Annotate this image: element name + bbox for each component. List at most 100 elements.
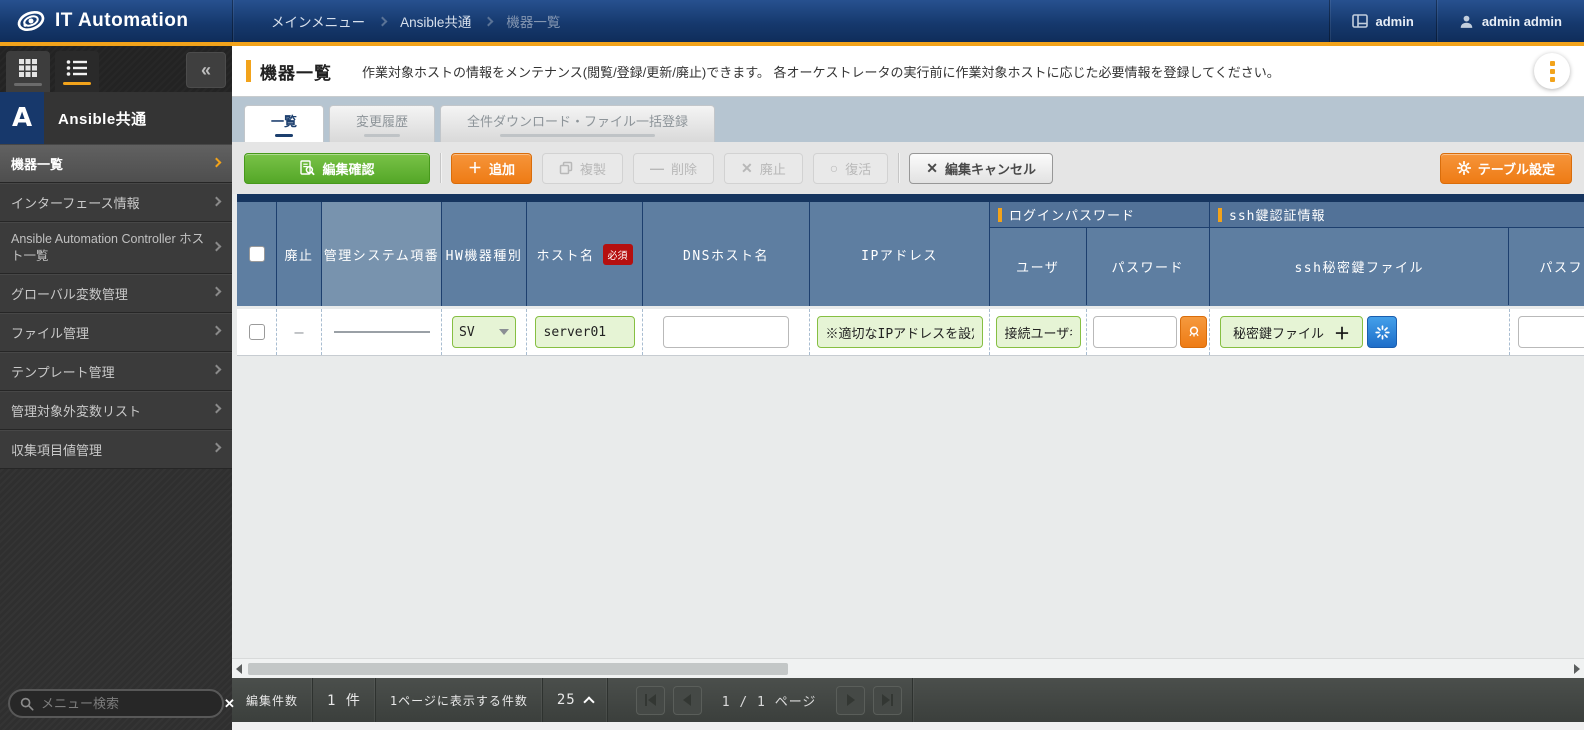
select-all-checkbox[interactable] [249,246,265,262]
col-password[interactable]: パスワード [1087,228,1209,305]
edit-cancel-label: 編集キャンセル [945,159,1036,178]
discard-dash: — [294,323,303,341]
sidebar-tab-grid[interactable] [6,51,50,92]
user-account-button[interactable]: admin admin [1436,0,1584,42]
sidebar-search-area: ✕ [0,679,232,730]
col-host-name[interactable]: ホスト名 必須 [527,202,643,306]
col-ip-address[interactable]: IPアドレス [810,202,990,306]
scroll-right-arrow[interactable] [1570,662,1584,676]
next-page-button[interactable] [836,686,865,715]
col-passphrase[interactable]: パスフレーズ [1509,228,1584,305]
password-input[interactable] [1093,316,1177,348]
sidebar-menu: 機器一覧 インターフェース情報 Ansible Automation Contr… [0,144,232,469]
sidebar-item-file-management[interactable]: ファイル管理 [0,313,232,352]
per-page-select[interactable]: 25 [543,678,608,722]
scrollbar-track[interactable] [246,662,1570,676]
passphrase-input[interactable] [1518,316,1584,348]
table-footer: 編集件数 1 件 1ページに表示する件数 25 1 / 1 ページ [232,678,1584,722]
add-label: 追加 [489,159,515,178]
sidebar-item-global-variables[interactable]: グローバル変数管理 [0,274,232,313]
main-content: 機器一覧 作業対象ホストの情報をメンテナンス(閲覧/登録/更新/廃止)できます。… [232,46,1584,730]
table-area: 廃止 管理システム項番 HW機器種別 ホスト名 必須 DNSホスト名 IPアドレ… [232,194,1584,658]
col-user[interactable]: ユーザ [990,228,1087,305]
sidebar-collapse-button[interactable]: « [186,52,226,88]
col-dns-host-name[interactable]: DNSホスト名 [643,202,810,306]
col-hw-type[interactable]: HW機器種別 [442,202,527,306]
row-host-name-cell [527,309,643,355]
restore-label: 復活 [845,159,871,178]
ip-address-input[interactable] [817,316,983,348]
last-page-button[interactable] [873,686,902,715]
row-user-cell [990,309,1087,355]
col-system-no[interactable]: 管理システム項番 [322,202,442,306]
host-name-input[interactable] [535,316,635,348]
edit-confirm-button[interactable]: 編集確認 [244,153,430,184]
search-clear-icon[interactable]: ✕ [224,696,235,712]
duplicate-button[interactable]: 複製 [542,153,623,184]
table-settings-button[interactable]: テーブル設定 [1440,153,1572,184]
user-icon [1459,14,1474,29]
add-button[interactable]: ＋ 追加 [451,153,532,184]
sidebar-item-label: 機器一覧 [11,154,63,173]
top-bar: IT Automation メインメニュー Ansible共通 機器一覧 adm… [0,0,1584,42]
sidebar-item-device-list[interactable]: 機器一覧 [0,144,232,183]
tab-list[interactable]: 一覧 [244,105,324,142]
tab-underline [500,134,655,137]
col-ssh-key-file[interactable]: ssh秘密鍵ファイル [1210,228,1509,305]
tab-underline [63,82,91,85]
sidebar-item-template-management[interactable]: テンプレート管理 [0,352,232,391]
header-select-all-cell [237,202,277,306]
discard-button[interactable]: ✕ 廃止 [724,153,803,184]
topbar-right: admin admin admin [1329,0,1584,42]
restore-button[interactable]: ○ 復活 [813,153,888,184]
spinner-icon [1375,325,1390,340]
required-badge: 必須 [603,244,633,265]
menu-search-input[interactable] [41,696,217,711]
row-checkbox[interactable] [249,324,265,340]
hw-type-select[interactable]: SV [452,316,516,348]
app-logo-icon [16,6,46,36]
tab-download-bulk-register[interactable]: 全件ダウンロード・ファイル一括登録 [440,105,715,142]
sidebar-item-unmanaged-variables[interactable]: 管理対象外変数リスト [0,391,232,430]
breadcrumb-main-menu[interactable]: メインメニュー [271,11,365,31]
sidebar-item-aac-host-list[interactable]: Ansible Automation Controller ホスト一覧 [0,222,232,274]
delete-button[interactable]: ― 削除 [633,153,714,184]
per-page-label-segment: 1ページに表示する件数 [376,678,543,722]
page-kebab-menu-button[interactable] [1534,53,1570,89]
scrollbar-thumb[interactable] [248,663,788,675]
chevron-right-icon [212,287,222,297]
password-reveal-button[interactable] [1180,316,1207,348]
sidebar-item-label: インターフェース情報 [11,193,140,212]
toolbar-divider [440,153,441,183]
admin-menu-button[interactable]: admin [1329,0,1436,42]
ssh-key-file-button[interactable]: 秘密鍵ファイル ＋ [1220,316,1363,348]
group-accent-bar [998,208,1002,222]
login-user-input[interactable] [996,316,1081,348]
tab-label: 全件ダウンロード・ファイル一括登録 [467,111,688,130]
sidebar-item-label: ファイル管理 [11,323,89,342]
edit-confirm-label: 編集確認 [322,159,374,178]
tab-change-history[interactable]: 変更履歴 [329,105,435,142]
edit-cancel-button[interactable]: ✕ 編集キャンセル [909,153,1053,184]
col-discard[interactable]: 廃止 [277,202,322,306]
breadcrumb-ansible-common[interactable]: Ansible共通 [400,11,471,31]
row-ip-address-cell [810,309,990,355]
chevron-right-icon [212,241,222,251]
dns-host-name-input[interactable] [663,316,789,348]
tab-label: 変更履歴 [356,111,408,130]
review-document-icon [299,160,315,176]
breadcrumb-chevron-icon [378,17,388,27]
group-login-password: ログインパスワード ユーザ パスワード [990,202,1210,306]
sidebar-item-collected-values[interactable]: 収集項目値管理 [0,430,232,469]
sidebar-item-interface-info[interactable]: インターフェース情報 [0,183,232,222]
row-ssh-key-file-cell: 秘密鍵ファイル ＋ [1210,309,1510,355]
prev-page-button[interactable] [673,686,702,715]
sidebar-tab-list[interactable] [55,51,99,92]
delete-label: 削除 [671,159,697,178]
row-system-no-cell [322,309,442,355]
horizontal-scrollbar [232,658,1584,678]
first-page-button[interactable] [636,686,665,715]
tab-underline [14,83,42,86]
scroll-left-arrow[interactable] [232,662,246,676]
ssh-key-generate-button[interactable] [1367,316,1397,348]
